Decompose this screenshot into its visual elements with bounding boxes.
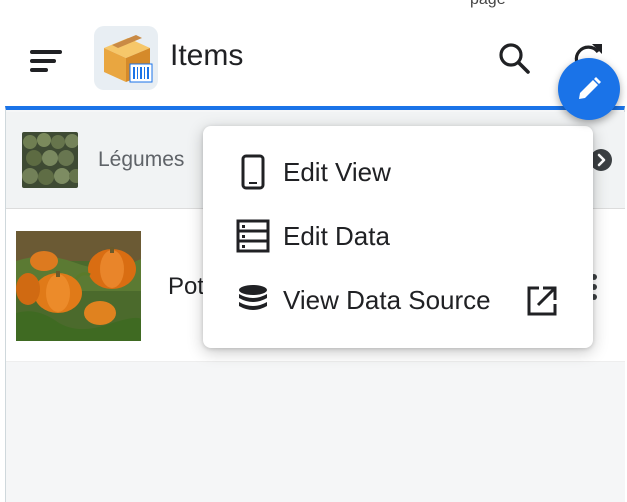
menu-item-label: View Data Source — [283, 285, 491, 315]
menu-item-edit-view[interactable]: Edit View — [203, 140, 593, 204]
pencil-icon — [579, 77, 601, 99]
row-title: Pot — [168, 273, 205, 300]
menu-icon[interactable] — [28, 46, 68, 76]
menu-item-label: Edit Data — [283, 221, 390, 251]
group-thumbnail — [22, 132, 78, 188]
table-rows-icon — [235, 218, 271, 254]
phone-outline-icon — [235, 154, 271, 190]
app-logo — [94, 26, 158, 90]
row-image — [16, 231, 141, 341]
menu-item-view-data-source[interactable]: View Data Source — [203, 268, 593, 332]
edit-fab-button[interactable] — [558, 58, 620, 120]
page-title: Items — [170, 39, 244, 72]
empty-list-area — [6, 362, 625, 502]
box-barcode-icon — [104, 35, 153, 83]
menu-item-edit-data[interactable]: Edit Data — [203, 204, 593, 268]
search-icon[interactable] — [494, 38, 534, 78]
menu-item-label: Edit View — [283, 157, 391, 187]
open-in-new-icon — [525, 284, 559, 318]
group-label: Légumes — [98, 148, 185, 171]
app-bar: Items — [0, 8, 627, 106]
database-icon — [235, 282, 271, 318]
context-menu: Edit View Edit Data View Data Source — [203, 126, 593, 348]
app-screen: page Items — [0, 0, 627, 502]
